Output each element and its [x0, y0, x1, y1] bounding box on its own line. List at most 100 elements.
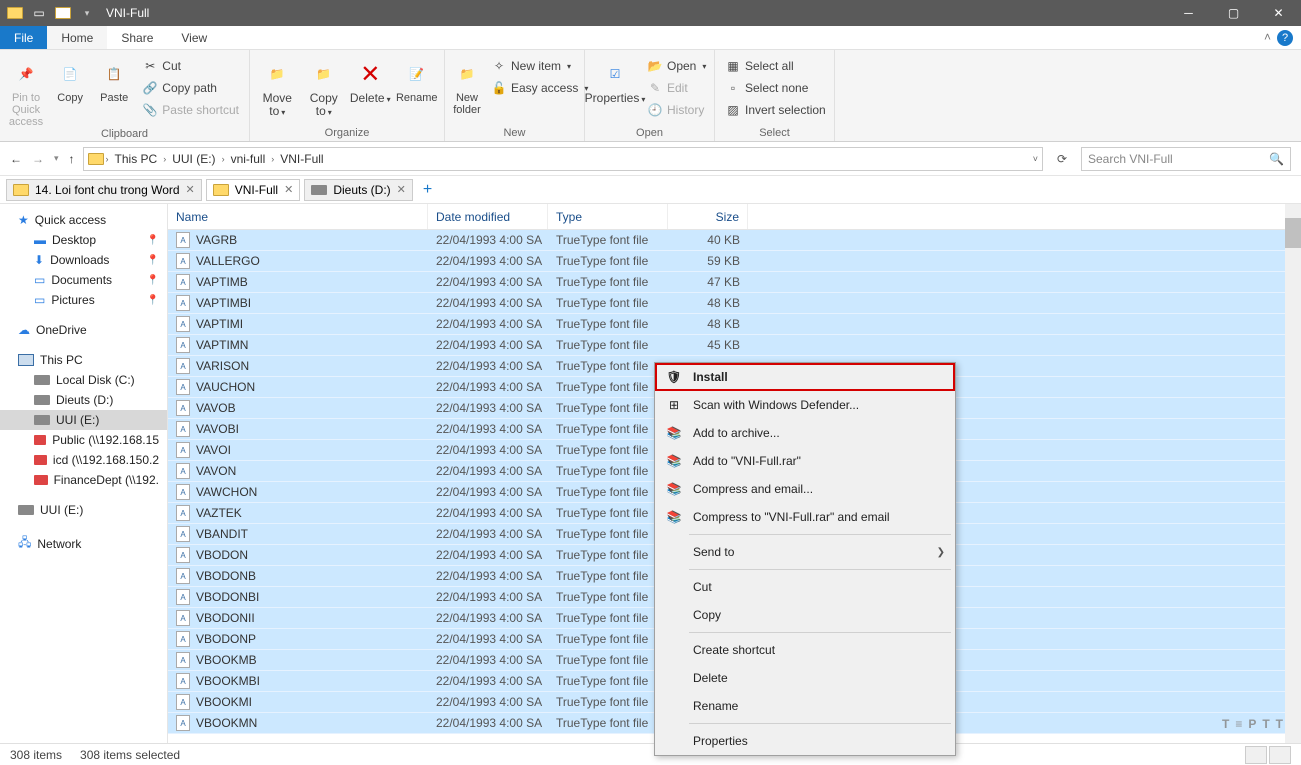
column-type[interactable]: Type	[548, 204, 668, 229]
search-input[interactable]: Search VNI-Full 🔍	[1081, 147, 1291, 171]
tab-share[interactable]: Share	[107, 26, 167, 49]
paste-button[interactable]: 📋 Paste	[94, 54, 134, 104]
sidebar-uui[interactable]: UUI (E:)	[0, 410, 167, 430]
qat-properties-icon[interactable]: ▭	[28, 2, 50, 24]
cut-button[interactable]: ✂Cut	[138, 56, 243, 76]
file-row[interactable]: AVAPTIMN22/04/1993 4:00 SATrueType font …	[168, 335, 1301, 356]
column-size[interactable]: Size	[668, 204, 748, 229]
properties-button[interactable]: ☑ Properties▾	[591, 54, 639, 105]
help-icon[interactable]: ?	[1277, 30, 1293, 46]
folder-tab[interactable]: VNI-Full ✕	[206, 179, 301, 201]
column-name[interactable]: Name	[168, 204, 428, 229]
font-file-icon: A	[176, 526, 190, 542]
details-view-button[interactable]	[1245, 746, 1267, 764]
ctx-properties[interactable]: Properties	[655, 727, 955, 755]
ctx-copy[interactable]: Copy	[655, 601, 955, 629]
ctx-compress-rar-email[interactable]: 📚 Compress to "VNI-Full.rar" and email	[655, 503, 955, 531]
address-bar[interactable]: › This PC› UUI (E:)› vni-full› VNI-Full …	[83, 147, 1043, 171]
select-all-button[interactable]: ▦Select all	[721, 56, 830, 76]
sidebar-uui-2[interactable]: UUI (E:)	[0, 500, 167, 520]
sidebar-public[interactable]: Public (\\192.168.15	[0, 430, 167, 450]
breadcrumb-item[interactable]: VNI-Full	[276, 152, 327, 166]
back-button[interactable]: ←	[10, 152, 22, 166]
sidebar-pictures[interactable]: ▭Pictures📍	[0, 290, 167, 310]
file-name: VBODONII	[196, 611, 255, 625]
refresh-button[interactable]: ⟳	[1051, 152, 1073, 166]
ctx-scan-defender[interactable]: ⊞ Scan with Windows Defender...	[655, 391, 955, 419]
sidebar-desktop[interactable]: ▬Desktop📍	[0, 230, 167, 250]
sidebar-downloads[interactable]: ⬇Downloads📍	[0, 250, 167, 270]
close-button[interactable]: ✕	[1256, 0, 1301, 26]
delete-button[interactable]: ✕ Delete▾	[349, 54, 392, 105]
sidebar-this-pc[interactable]: This PC	[0, 350, 167, 370]
tab-view[interactable]: View	[167, 26, 221, 49]
file-row[interactable]: AVAPTIMB22/04/1993 4:00 SATrueType font …	[168, 272, 1301, 293]
ctx-create-shortcut[interactable]: Create shortcut	[655, 636, 955, 664]
easy-access-button[interactable]: 🔓Easy access▾	[487, 78, 592, 98]
paste-shortcut-button[interactable]: 📎Paste shortcut	[138, 100, 243, 120]
ctx-compress-email[interactable]: 📚 Compress and email...	[655, 475, 955, 503]
ctx-install[interactable]: 🛡 Install	[655, 363, 955, 391]
qat-dropdown-icon[interactable]: ▾	[76, 2, 98, 24]
tab-home[interactable]: Home	[47, 26, 107, 49]
file-row[interactable]: AVAGRB22/04/1993 4:00 SATrueType font fi…	[168, 230, 1301, 251]
move-to-button[interactable]: 📁 Move to▾	[256, 54, 299, 118]
sidebar-onedrive[interactable]: ☁OneDrive	[0, 320, 167, 340]
thumbnails-view-button[interactable]	[1269, 746, 1291, 764]
qat-new-folder-icon[interactable]	[52, 2, 74, 24]
ctx-cut[interactable]: Cut	[655, 573, 955, 601]
file-row[interactable]: AVAPTIMI22/04/1993 4:00 SATrueType font …	[168, 314, 1301, 335]
sidebar-documents[interactable]: ▭Documents📍	[0, 270, 167, 290]
copy-path-button[interactable]: 🔗Copy path	[138, 78, 243, 98]
ctx-rename[interactable]: Rename	[655, 692, 955, 720]
pin-icon: 📍	[147, 255, 159, 266]
copy-button[interactable]: 📄 Copy	[50, 54, 90, 104]
select-none-button[interactable]: ▫Select none	[721, 78, 830, 98]
file-row[interactable]: AVAPTIMBI22/04/1993 4:00 SATrueType font…	[168, 293, 1301, 314]
sidebar-quick-access[interactable]: ★Quick access	[0, 210, 167, 230]
open-button[interactable]: 📂Open▾	[643, 56, 710, 76]
rename-button[interactable]: 📝 Rename	[396, 54, 439, 104]
ctx-add-rar[interactable]: 📚 Add to "VNI-Full.rar"	[655, 447, 955, 475]
tab-file[interactable]: File	[0, 26, 47, 49]
new-folder-button[interactable]: 📁 New folder	[451, 54, 483, 116]
scrollbar-thumb[interactable]	[1285, 218, 1301, 248]
sidebar-network[interactable]: 🖧Network	[0, 530, 167, 557]
maximize-button[interactable]: ▢	[1211, 0, 1256, 26]
minimize-button[interactable]: ─	[1166, 0, 1211, 26]
new-tab-button[interactable]: +	[417, 181, 438, 199]
ctx-add-archive[interactable]: 📚 Add to archive...	[655, 419, 955, 447]
address-dropdown-icon[interactable]: ˅	[1033, 154, 1038, 164]
breadcrumb-item[interactable]: This PC	[111, 152, 162, 166]
up-button[interactable]: ↑	[69, 152, 75, 166]
invert-selection-button[interactable]: ▨Invert selection	[721, 100, 830, 120]
folder-tab[interactable]: 14. Loi font chu trong Word ✕	[6, 179, 202, 201]
close-tab-icon[interactable]: ✕	[284, 183, 293, 196]
sidebar-finance[interactable]: FinanceDept (\\192.	[0, 470, 167, 490]
recent-dropdown[interactable]: ▾	[54, 153, 59, 164]
close-tab-icon[interactable]: ✕	[186, 183, 195, 196]
file-type: TrueType font file	[548, 359, 668, 373]
file-name: VAVON	[196, 464, 236, 478]
sidebar-icd[interactable]: icd (\\192.168.150.2	[0, 450, 167, 470]
breadcrumb-item[interactable]: UUI (E:)	[168, 152, 219, 166]
forward-button[interactable]: →	[32, 152, 44, 166]
file-size: 59 KB	[668, 254, 748, 268]
scrollbar[interactable]	[1285, 204, 1301, 743]
ribbon-collapse-icon[interactable]: ˄	[1264, 30, 1271, 46]
history-button[interactable]: 🕘History	[643, 100, 710, 120]
qat-app-icon[interactable]	[4, 2, 26, 24]
new-item-button[interactable]: ✧New item▾	[487, 56, 592, 76]
copy-to-button[interactable]: 📁 Copy to▾	[303, 54, 346, 118]
folder-tab[interactable]: Dieuts (D:) ✕	[304, 179, 413, 201]
file-row[interactable]: AVALLERGO22/04/1993 4:00 SATrueType font…	[168, 251, 1301, 272]
close-tab-icon[interactable]: ✕	[397, 183, 406, 196]
sidebar-local-disk[interactable]: Local Disk (C:)	[0, 370, 167, 390]
edit-button[interactable]: ✎Edit	[643, 78, 710, 98]
sidebar-dieuts[interactable]: Dieuts (D:)	[0, 390, 167, 410]
ctx-send-to[interactable]: Send to ❯	[655, 538, 955, 566]
breadcrumb-item[interactable]: vni-full	[227, 152, 270, 166]
column-date[interactable]: Date modified	[428, 204, 548, 229]
ctx-delete[interactable]: Delete	[655, 664, 955, 692]
pin-to-quick-access-button[interactable]: 📌 Pin to Quick access	[6, 54, 46, 128]
